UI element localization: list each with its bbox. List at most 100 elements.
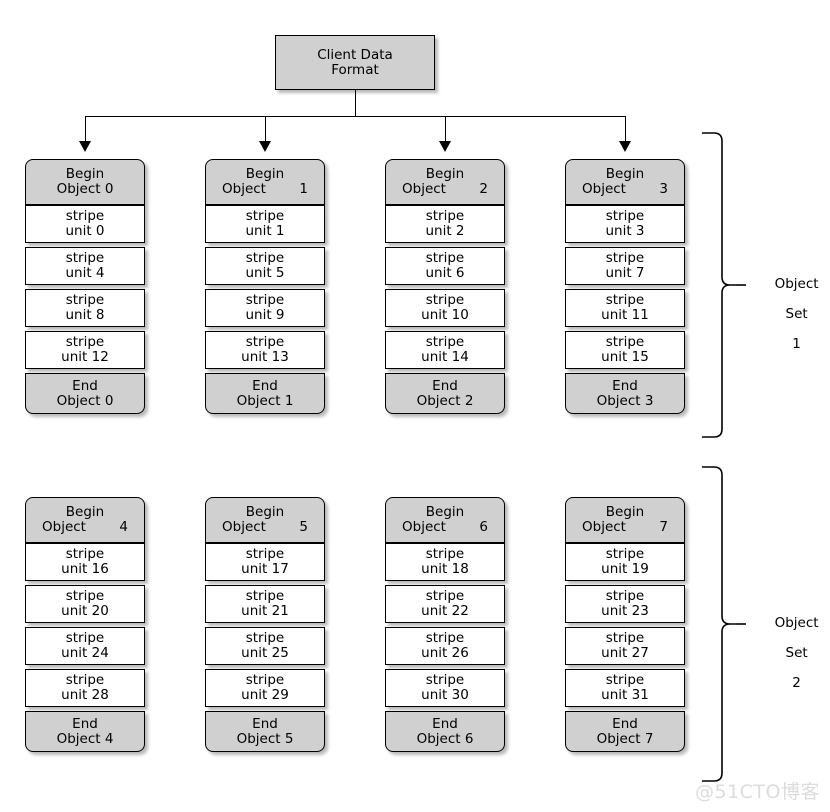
end-object-4-line1: End (72, 715, 98, 732)
begin-object-7-label: Object (582, 519, 626, 535)
stripe-unit-box[interactable]: stripe unit 3 (565, 205, 685, 243)
begin-object-2-box[interactable]: Begin Object 2 (385, 159, 505, 205)
begin-object-2-line2: Object 2 (402, 182, 488, 197)
stripe-unit-box[interactable]: stripe unit 20 (25, 585, 145, 623)
begin-object-6-label: Object (402, 519, 446, 535)
stripe-unit-value: unit 5 (245, 265, 285, 281)
arrowhead-3 (619, 141, 631, 152)
stripe-unit-box[interactable]: stripe unit 4 (25, 247, 145, 285)
stripe-unit-box[interactable]: stripe unit 24 (25, 627, 145, 665)
stripe-unit-box[interactable]: stripe unit 11 (565, 289, 685, 327)
stripe-label: stripe (605, 292, 645, 308)
begin-object-0-line1: Begin (65, 166, 105, 182)
stripe-unit-box[interactable]: stripe unit 25 (205, 627, 325, 665)
stripe-unit-box[interactable]: stripe unit 16 (25, 543, 145, 581)
stripe-unit-box[interactable]: stripe unit 29 (205, 669, 325, 707)
stripe-label: stripe (245, 630, 285, 646)
begin-object-7-box[interactable]: Begin Object 7 (565, 497, 685, 543)
stripe-unit-value: unit 13 (241, 349, 289, 365)
stripe-unit-value: unit 8 (65, 307, 105, 323)
stripe-unit-box[interactable]: stripe unit 9 (205, 289, 325, 327)
stripe-unit-value: unit 20 (61, 603, 109, 619)
stripe-unit-box[interactable]: stripe unit 15 (565, 331, 685, 369)
begin-object-0-box[interactable]: Begin Object 0 (25, 159, 145, 205)
begin-object-5-number: 5 (299, 519, 308, 535)
end-object-6-box[interactable]: End Object 6 (385, 711, 505, 752)
end-object-5-box[interactable]: End Object 5 (205, 711, 325, 752)
end-object-1-box[interactable]: End Object 1 (205, 373, 325, 414)
end-object-0-box[interactable]: End Object 0 (25, 373, 145, 414)
end-object-0-line1: End (72, 377, 98, 394)
stripe-unit-value: unit 22 (421, 603, 469, 619)
begin-object-6-number: 6 (479, 519, 488, 535)
stripe-unit-box[interactable]: stripe unit 23 (565, 585, 685, 623)
begin-object-7-line1: Begin (605, 504, 645, 520)
object-set-1-label: Object Set 1 (748, 262, 828, 367)
stripe-label: stripe (425, 546, 465, 562)
end-object-7-line2: Object 7 (596, 730, 654, 747)
connector-root-stem (355, 90, 356, 116)
stripe-label: stripe (605, 588, 645, 604)
stripe-unit-box[interactable]: stripe unit 0 (25, 205, 145, 243)
stripe-label: stripe (245, 334, 285, 350)
stripe-unit-value: unit 0 (65, 223, 105, 239)
stripe-unit-box[interactable]: stripe unit 2 (385, 205, 505, 243)
stripe-unit-box[interactable]: stripe unit 21 (205, 585, 325, 623)
stripe-unit-box[interactable]: stripe unit 26 (385, 627, 505, 665)
object-set-1-line3: 1 (792, 336, 801, 352)
stripe-unit-value: unit 9 (245, 307, 285, 323)
end-object-3-line1: End (612, 377, 638, 394)
end-object-2-line2: Object 2 (416, 392, 474, 409)
stripe-unit-value: unit 19 (601, 561, 649, 577)
end-object-3-line2: Object 3 (596, 392, 654, 409)
stripe-unit-box[interactable]: stripe unit 5 (205, 247, 325, 285)
begin-object-2-number: 2 (479, 181, 488, 197)
stripe-label: stripe (605, 250, 645, 266)
stripe-unit-value: unit 11 (601, 307, 649, 323)
begin-object-3-number: 3 (659, 181, 668, 197)
stripe-unit-box[interactable]: stripe unit 27 (565, 627, 685, 665)
stripe-unit-box[interactable]: stripe unit 1 (205, 205, 325, 243)
stripe-unit-box[interactable]: stripe unit 18 (385, 543, 505, 581)
begin-object-4-box[interactable]: Begin Object 4 (25, 497, 145, 543)
stripe-unit-box[interactable]: stripe unit 30 (385, 669, 505, 707)
stripe-unit-box[interactable]: stripe unit 10 (385, 289, 505, 327)
begin-object-3-label: Object (582, 181, 626, 197)
begin-object-1-line2: Object 1 (222, 182, 308, 197)
begin-object-6-box[interactable]: Begin Object 6 (385, 497, 505, 543)
stripe-label: stripe (65, 672, 105, 688)
stripe-unit-box[interactable]: stripe unit 28 (25, 669, 145, 707)
stripe-unit-value: unit 6 (425, 265, 465, 281)
object-set-2-line3: 2 (792, 675, 801, 691)
object-set-1-line2: Set (785, 306, 808, 322)
end-object-3-box[interactable]: End Object 3 (565, 373, 685, 414)
begin-object-3-box[interactable]: Begin Object 3 (565, 159, 685, 205)
stripe-unit-box[interactable]: stripe unit 17 (205, 543, 325, 581)
end-object-2-box[interactable]: End Object 2 (385, 373, 505, 414)
root-node-client-data-format[interactable]: Client Data Format (275, 35, 435, 90)
stripe-unit-box[interactable]: stripe unit 7 (565, 247, 685, 285)
begin-object-1-box[interactable]: Begin Object 1 (205, 159, 325, 205)
begin-object-5-line2: Object 5 (222, 520, 308, 535)
stripe-unit-box[interactable]: stripe unit 19 (565, 543, 685, 581)
begin-object-2-label: Object (402, 181, 446, 197)
end-object-7-box[interactable]: End Object 7 (565, 711, 685, 752)
stripe-unit-box[interactable]: stripe unit 12 (25, 331, 145, 369)
stripe-label: stripe (425, 672, 465, 688)
stripe-unit-box[interactable]: stripe unit 6 (385, 247, 505, 285)
stripe-unit-box[interactable]: stripe unit 8 (25, 289, 145, 327)
stripe-unit-box[interactable]: stripe unit 31 (565, 669, 685, 707)
stripe-label: stripe (245, 588, 285, 604)
stripe-unit-box[interactable]: stripe unit 13 (205, 331, 325, 369)
stripe-unit-box[interactable]: stripe unit 14 (385, 331, 505, 369)
stripe-unit-value: unit 21 (241, 603, 289, 619)
brace-1-shape (702, 132, 746, 438)
begin-object-5-box[interactable]: Begin Object 5 (205, 497, 325, 543)
connector-branch-3 (625, 116, 626, 142)
stripe-label: stripe (245, 292, 285, 308)
end-object-4-box[interactable]: End Object 4 (25, 711, 145, 752)
begin-object-5-label: Object (222, 519, 266, 535)
stripe-label: stripe (65, 630, 105, 646)
begin-object-6-line1: Begin (425, 504, 465, 520)
stripe-unit-box[interactable]: stripe unit 22 (385, 585, 505, 623)
